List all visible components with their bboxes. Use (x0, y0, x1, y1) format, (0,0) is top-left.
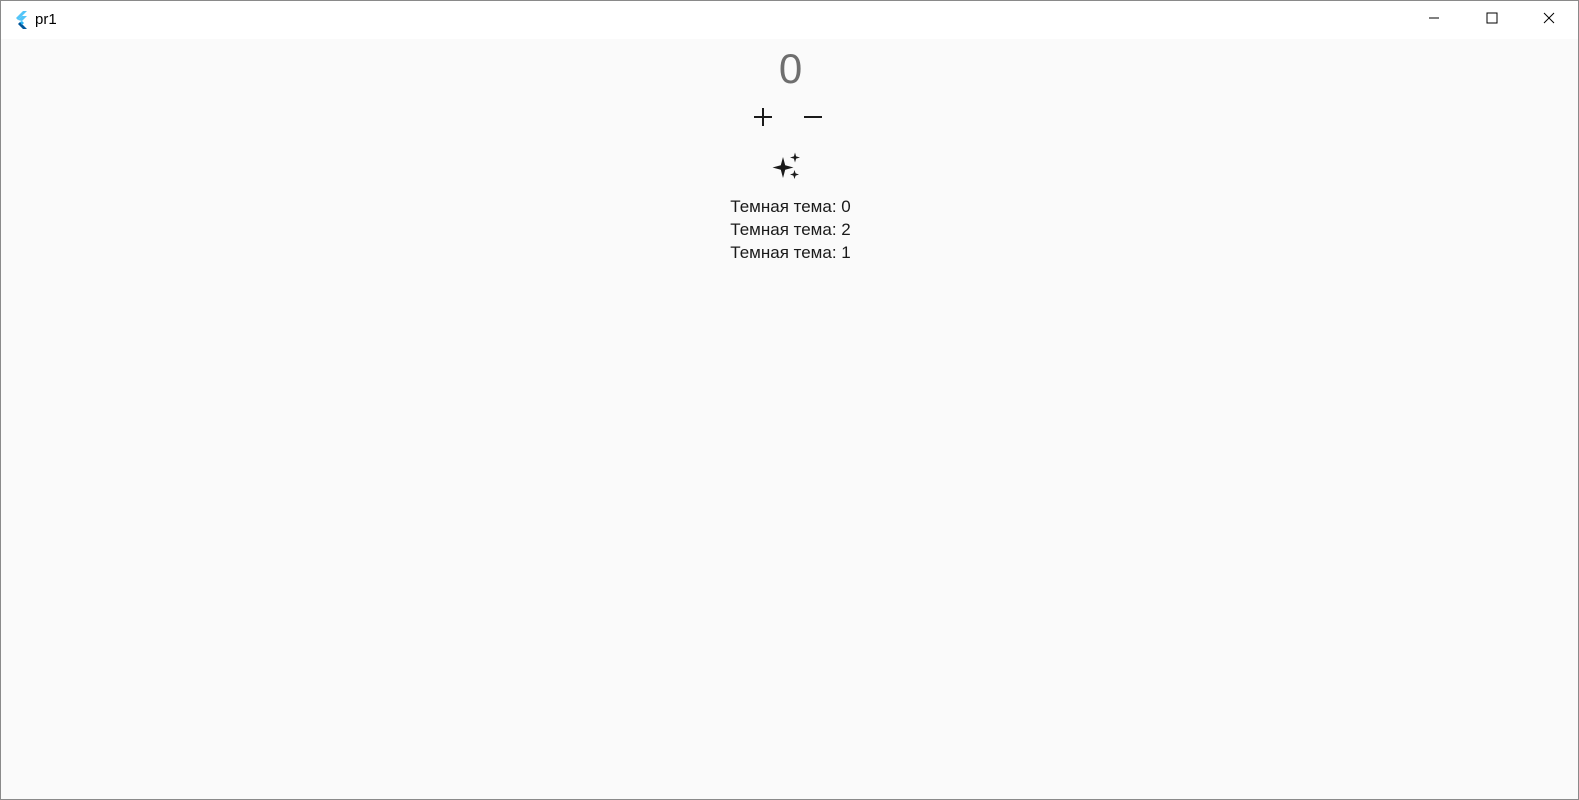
flutter-logo-icon (12, 10, 32, 30)
close-button[interactable] (1520, 1, 1578, 39)
theme-status-line: Темная тема: 1 (730, 243, 851, 262)
increment-button[interactable] (745, 101, 781, 137)
close-icon (1543, 11, 1555, 29)
title-bar[interactable]: pr1 (1, 1, 1578, 39)
sparkle-icon (772, 152, 802, 187)
minimize-button[interactable] (1405, 1, 1463, 39)
theme-toggle-button[interactable] (769, 151, 805, 187)
plus-icon (753, 107, 773, 132)
counter-value: 0 (778, 45, 803, 92)
app-window: pr1 0 Темная тема: 0 Темная тема: 2 Темн… (0, 0, 1579, 800)
minimize-icon (1428, 11, 1440, 29)
minus-icon (803, 107, 823, 132)
main-content: 0 Темная тема: 0 Темная тема: 2 Темная т… (1, 39, 1578, 799)
theme-status-line: Темная тема: 2 (730, 220, 851, 239)
theme-status-line: Темная тема: 0 (730, 197, 851, 216)
window-title: pr1 (35, 11, 57, 28)
maximize-button[interactable] (1463, 1, 1521, 39)
maximize-icon (1486, 11, 1498, 29)
decrement-button[interactable] (795, 101, 831, 137)
